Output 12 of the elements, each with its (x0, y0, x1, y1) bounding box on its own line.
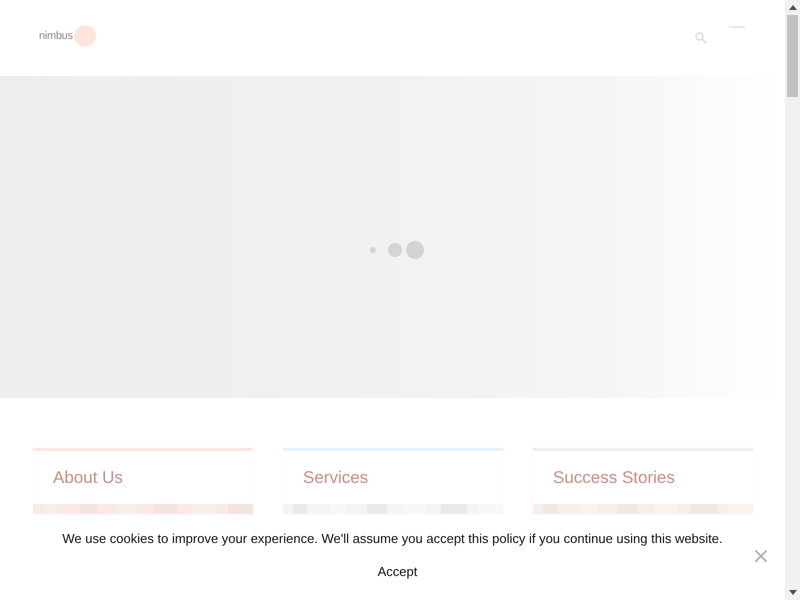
cookie-message: We use cookies to improve your experience. We'll assume you accept this policy if you continue using this website. (61, 531, 724, 546)
card-title[interactable]: Services (283, 451, 503, 504)
logo-text[interactable]: nimbus (39, 30, 73, 42)
card-title[interactable]: Success Stories (533, 451, 753, 504)
scroll-up-icon[interactable] (788, 5, 796, 10)
close-button[interactable]: × (751, 546, 771, 568)
card-title[interactable]: About Us (33, 451, 253, 504)
scroll-thumb[interactable] (787, 15, 798, 97)
scrollbar[interactable] (785, 0, 800, 600)
search-icon[interactable] (695, 32, 707, 44)
accept-button[interactable]: Accept (360, 559, 435, 583)
scroll-down-icon[interactable] (788, 590, 796, 595)
